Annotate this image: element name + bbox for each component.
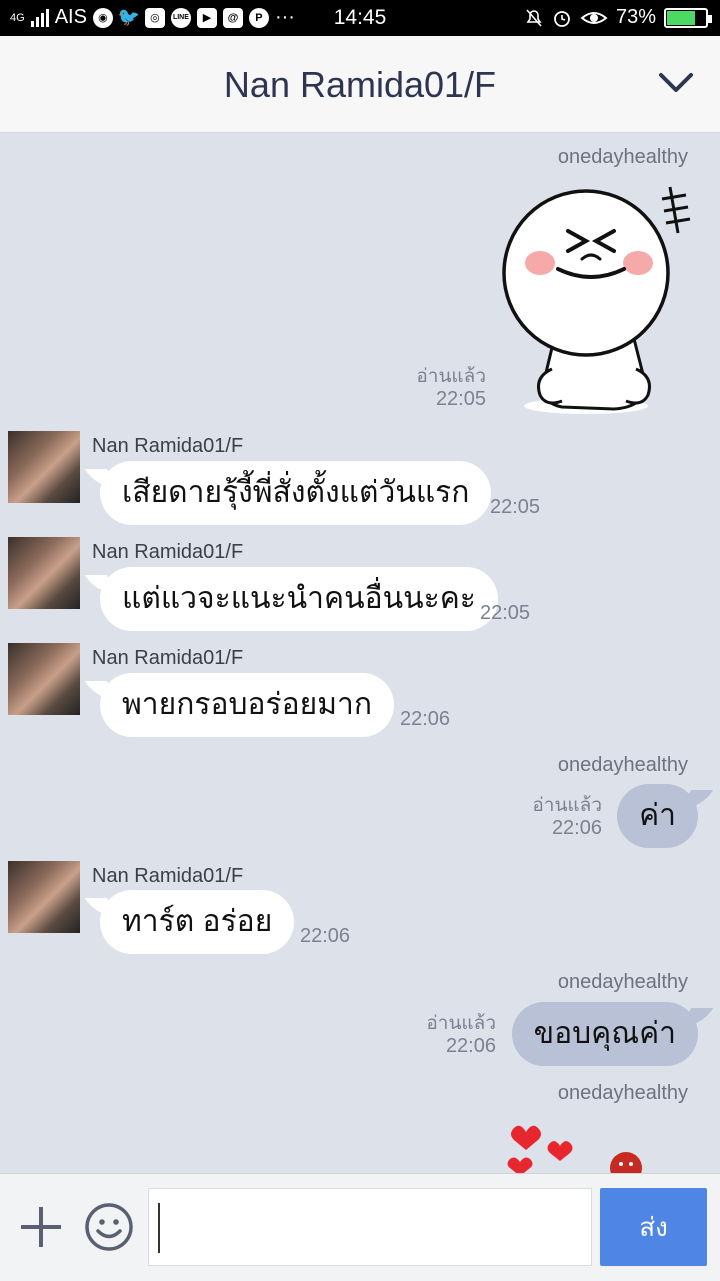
chat-header: Nan Ramida01/F	[0, 36, 720, 133]
message-time: 22:06	[551, 817, 602, 839]
send-button[interactable]: ส่ง	[600, 1188, 707, 1266]
message-time: 22:06	[400, 708, 451, 730]
message-bubble[interactable]: ทาร์ต อร่อย	[100, 890, 295, 954]
message-list[interactable]: onedayhealthy อ่านแล้ว 22:05 Nan Ramida0…	[0, 133, 720, 1173]
sender-name: Nan Ramida01/F	[92, 865, 244, 887]
mute-icon	[526, 8, 542, 27]
sender-name: onedayhealthy	[557, 754, 688, 776]
sender-name: onedayhealthy	[557, 1082, 688, 1104]
avatar[interactable]	[8, 861, 80, 933]
sender-name: Nan Ramida01/F	[92, 541, 244, 563]
message-time: 22:06	[445, 1035, 496, 1057]
eye-icon	[580, 11, 608, 24]
battery-percent: 73%	[615, 6, 656, 28]
alarm-icon	[554, 10, 570, 27]
read-receipt: อ่านแล้ว	[426, 1013, 496, 1034]
message-time: 22:05	[435, 388, 486, 410]
message-input[interactable]	[148, 1188, 592, 1266]
sticker-hearts[interactable]	[500, 1118, 650, 1173]
sender-name: onedayhealthy	[557, 971, 688, 993]
chat-title: Nan Ramida01/F	[223, 64, 497, 105]
plus-icon[interactable]	[18, 1204, 64, 1250]
chevron-down-icon[interactable]	[658, 70, 694, 96]
read-receipt: อ่านแล้ว	[416, 366, 486, 387]
message-bubble[interactable]: เสียดายรุ้งี้พี่สั่งตั้งแต่วันแรก	[100, 461, 492, 525]
message-time: 22:05	[480, 602, 531, 624]
message-bubble[interactable]: ขอบคุณค่า	[511, 1002, 698, 1066]
status-bar: 4G AIS ◉ 🐦 ◎ LINE ▶ @ P ··· 14:45 73%	[0, 0, 720, 36]
battery-icon	[664, 7, 712, 28]
input-bar: ส่ง	[0, 1173, 720, 1281]
message-time: 22:05	[490, 496, 541, 518]
message-bubble[interactable]: แต่แวจะแนะนำคนอื่นนะคะ	[100, 567, 498, 631]
read-receipt: อ่านแล้ว	[532, 795, 602, 816]
text-caret	[158, 1203, 160, 1253]
avatar[interactable]	[8, 643, 80, 715]
sender-name: onedayhealthy	[557, 146, 688, 168]
sender-name: Nan Ramida01/F	[92, 435, 244, 457]
message-bubble[interactable]: ค่า	[617, 784, 698, 848]
message-time: 22:06	[300, 925, 351, 947]
sticker-laughing[interactable]	[496, 181, 712, 417]
message-bubble[interactable]: พายกรอบอร่อยมาก	[100, 673, 395, 737]
sender-name: Nan Ramida01/F	[92, 647, 244, 669]
avatar[interactable]	[8, 537, 80, 609]
avatar[interactable]	[8, 431, 80, 503]
emoji-icon[interactable]	[84, 1202, 134, 1252]
